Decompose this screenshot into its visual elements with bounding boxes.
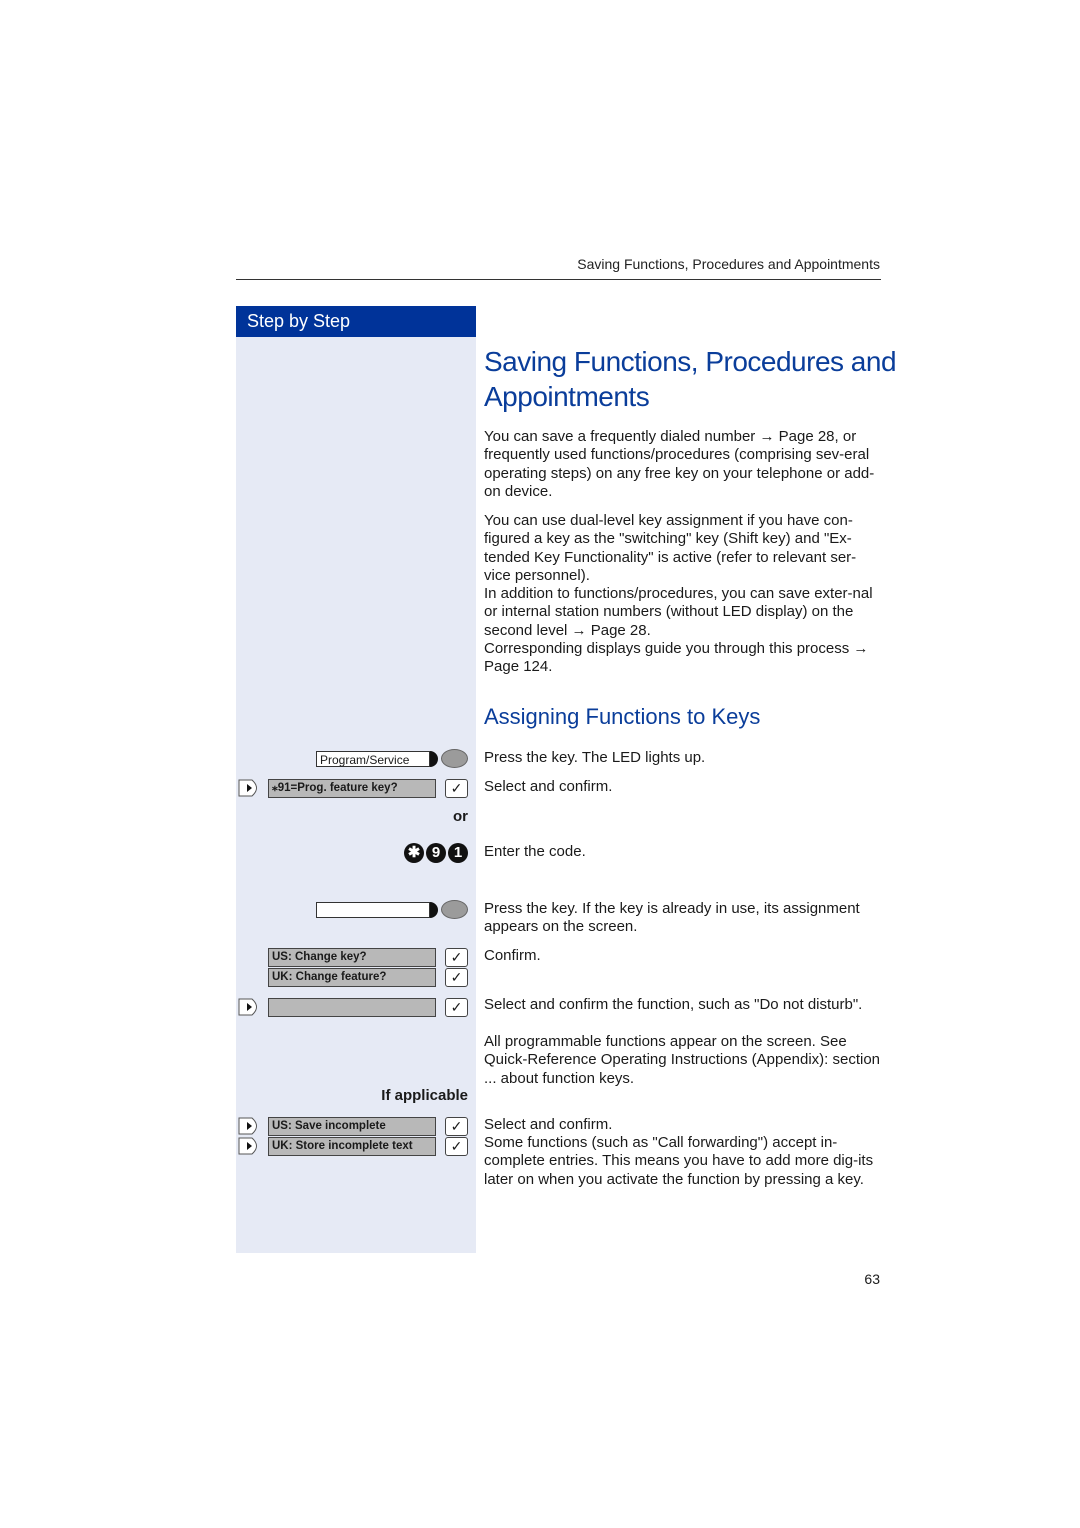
scroll-arrow-icon[interactable] <box>238 1137 262 1155</box>
checkmark-icon[interactable]: ✓ <box>445 779 468 798</box>
scroll-arrow-icon[interactable] <box>238 779 262 797</box>
section-title: Assigning Functions to Keys <box>484 704 761 729</box>
instruction-confirm: Confirm. <box>484 947 541 964</box>
led-icon <box>441 749 468 768</box>
star-key-icon[interactable]: ✱ <box>404 843 424 863</box>
checkmark-icon[interactable]: ✓ <box>445 968 468 987</box>
prog-feature-display[interactable]: ⁎91=Prog. feature key? <box>268 779 436 798</box>
intro-paragraph-1: You can save a frequently dialed number … <box>484 428 875 500</box>
store-incomplete-display-uk[interactable]: UK: Store incomplete text <box>268 1137 436 1156</box>
digit-1-key-icon[interactable]: 1 <box>448 843 468 863</box>
intro-paragraph-3: In addition to functions/procedures, you… <box>484 585 873 639</box>
program-service-key[interactable]: Program/Service <box>316 751 430 767</box>
instruction-select-confirm-2: Select and confirm. <box>484 1116 613 1133</box>
sidebar-heading: Step by Step <box>236 306 476 337</box>
digit-9-key-icon[interactable]: 9 <box>426 843 446 863</box>
or-label: or <box>453 808 468 825</box>
instruction-select-confirm: Select and confirm. <box>484 778 613 795</box>
page-title-line1: Saving Functions, Procedures and <box>484 346 897 377</box>
intro-paragraph-4: Corresponding displays guide you through… <box>484 640 869 676</box>
scroll-arrow-icon[interactable] <box>238 998 262 1016</box>
page-title-line2: Appointments <box>484 381 650 412</box>
change-key-display-us[interactable]: US: Change key? <box>268 948 436 967</box>
function-display[interactable] <box>268 998 436 1017</box>
instruction-press-key-led: Press the key. The LED lights up. <box>484 749 706 766</box>
checkmark-icon[interactable]: ✓ <box>445 1117 468 1136</box>
checkmark-icon[interactable]: ✓ <box>445 948 468 967</box>
checkmark-icon[interactable]: ✓ <box>445 1137 468 1156</box>
instruction-press-key-assignment: Press the key. If the key is already in … <box>484 900 860 936</box>
instruction-select-function: Select and confirm the function, such as… <box>484 996 863 1013</box>
free-key[interactable] <box>316 902 430 918</box>
scroll-arrow-icon[interactable] <box>238 1117 262 1135</box>
change-feature-display-uk[interactable]: UK: Change feature? <box>268 968 436 987</box>
led-icon <box>441 900 468 919</box>
checkmark-icon[interactable]: ✓ <box>445 998 468 1017</box>
intro-paragraph-2: You can use dual-level key assignment if… <box>484 512 857 584</box>
if-applicable-label: If applicable <box>381 1087 468 1104</box>
page-number: 63 <box>864 1271 880 1287</box>
running-header: Saving Functions, Procedures and Appoint… <box>577 256 880 272</box>
header-rule <box>236 279 881 280</box>
save-incomplete-display-us[interactable]: US: Save incomplete <box>268 1117 436 1136</box>
instruction-incomplete-note: Some functions (such as "Call forwarding… <box>484 1134 874 1188</box>
instruction-all-programmable: All programmable functions appear on the… <box>484 1033 881 1087</box>
instruction-enter-code: Enter the code. <box>484 843 586 860</box>
